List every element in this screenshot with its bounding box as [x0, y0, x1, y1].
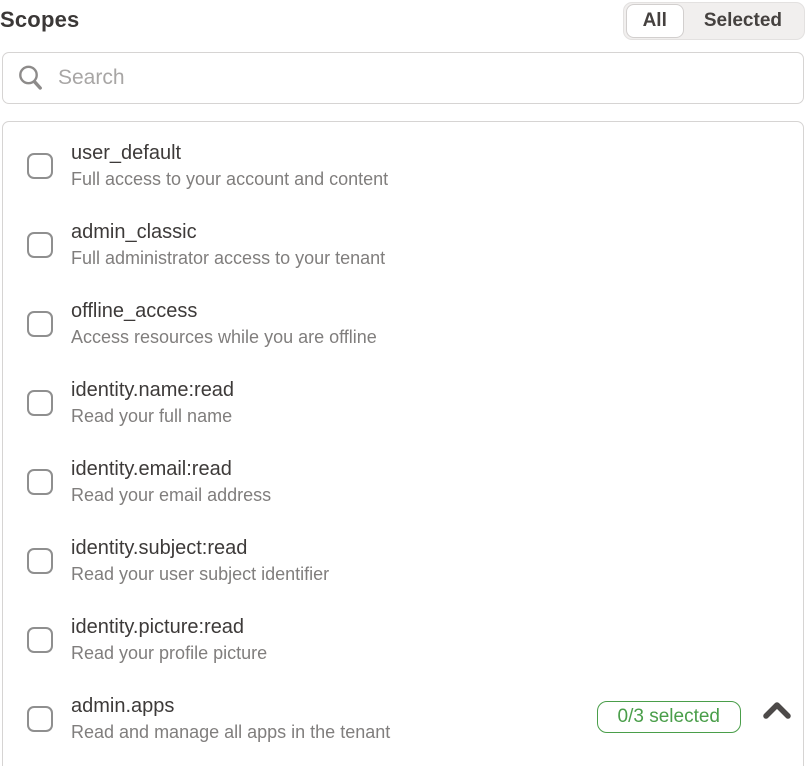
- scope-list-item[interactable]: user_default Full access to your account…: [3, 126, 803, 205]
- scope-checkbox[interactable]: [27, 390, 53, 416]
- scope-text: identity.subject:read Read your user sub…: [71, 535, 329, 587]
- scopes-page: Scopes All Selected user_default Full ac…: [0, 0, 806, 766]
- chevron-up-icon: [762, 699, 796, 723]
- scope-description: Read your full name: [71, 404, 234, 429]
- scope-name: admin.apps: [71, 693, 390, 720]
- scope-text: identity.email:read Read your email addr…: [71, 456, 271, 508]
- scope-name: user_default: [71, 140, 388, 167]
- scope-name: identity.name:read: [71, 377, 234, 404]
- scope-description: Full access to your account and content: [71, 167, 388, 192]
- scopes-list: user_default Full access to your account…: [2, 121, 804, 766]
- scope-checkbox[interactable]: [27, 153, 53, 179]
- scope-name: offline_access: [71, 298, 377, 325]
- filter-all-button[interactable]: All: [626, 4, 684, 38]
- scope-list-item[interactable]: identity.name:read Read your full name: [3, 363, 803, 442]
- scope-checkbox[interactable]: [27, 311, 53, 337]
- scope-text: identity.name:read Read your full name: [71, 377, 234, 429]
- search-box: [2, 52, 804, 104]
- scope-checkbox[interactable]: [27, 548, 53, 574]
- scope-description: Read your email address: [71, 483, 271, 508]
- scope-name: identity.subject:read: [71, 535, 329, 562]
- filter-selected-button[interactable]: Selected: [684, 4, 802, 38]
- search-input[interactable]: [58, 66, 789, 90]
- page-title: Scopes: [0, 7, 79, 33]
- scope-name: identity.email:read: [71, 456, 271, 483]
- scope-list-item[interactable]: admin_classic Full administrator access …: [3, 205, 803, 284]
- scope-description: Read and manage all apps in the tenant: [71, 720, 390, 745]
- scope-list-item[interactable]: offline_access Access resources while yo…: [3, 284, 803, 363]
- selection-count-badge: 0/3 selected: [597, 701, 741, 733]
- scope-list-item[interactable]: identity.subject:read Read your user sub…: [3, 521, 803, 600]
- header: Scopes All Selected: [0, 0, 806, 44]
- scope-description: Read your user subject identifier: [71, 562, 329, 587]
- scope-description: Full administrator access to your tenant: [71, 246, 385, 271]
- filter-toggle-group: All Selected: [623, 2, 805, 40]
- scope-list-item[interactable]: identity.email:read Read your email addr…: [3, 442, 803, 521]
- scope-checkbox[interactable]: [27, 469, 53, 495]
- scope-checkbox[interactable]: [27, 706, 53, 732]
- scope-description: Read your profile picture: [71, 641, 267, 666]
- scope-name: identity.picture:read: [71, 614, 267, 641]
- scope-text: identity.picture:read Read your profile …: [71, 614, 267, 666]
- search-icon: [17, 64, 44, 92]
- scope-checkbox[interactable]: [27, 627, 53, 653]
- scope-text: offline_access Access resources while yo…: [71, 298, 377, 350]
- scroll-to-top-button[interactable]: [762, 696, 796, 726]
- scope-name: admin_classic: [71, 219, 385, 246]
- scope-text: user_default Full access to your account…: [71, 140, 388, 192]
- scope-list-item[interactable]: identity.picture:read Read your profile …: [3, 600, 803, 679]
- scope-description: Access resources while you are offline: [71, 325, 377, 350]
- scope-checkbox[interactable]: [27, 232, 53, 258]
- scope-text: admin.apps Read and manage all apps in t…: [71, 693, 390, 745]
- scope-text: admin_classic Full administrator access …: [71, 219, 385, 271]
